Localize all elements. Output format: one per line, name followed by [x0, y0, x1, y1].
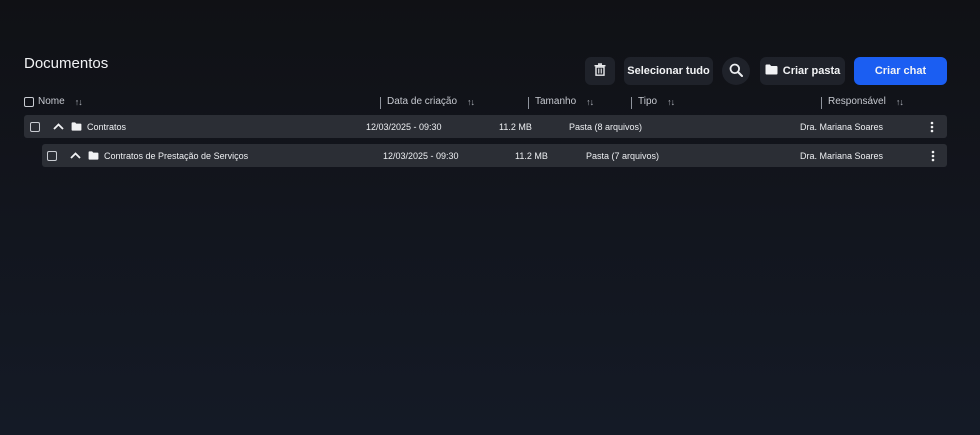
page-title: Documentos	[24, 55, 109, 72]
row-checkbox[interactable]	[47, 150, 57, 161]
row-name[interactable]: Contratos	[87, 115, 126, 138]
row-checkbox[interactable]	[30, 121, 40, 132]
column-owner[interactable]: Responsável ↑↓	[828, 96, 904, 107]
column-size[interactable]: Tamanho ↑↓	[535, 96, 594, 107]
row-date: 12/03/2025 - 09:30	[383, 150, 459, 161]
column-type[interactable]: Tipo ↑↓	[638, 96, 675, 107]
column-date[interactable]: Data de criação ↑↓	[387, 96, 475, 107]
search-button[interactable]	[722, 57, 750, 85]
row-type: Pasta (8 arquivos)	[569, 121, 643, 132]
documents-page: Documentos Selecionar tudo Criar pasta C…	[0, 0, 980, 435]
column-label: Responsável	[828, 96, 886, 107]
column-label: Nome	[38, 96, 65, 107]
sort-icon[interactable]: ↑↓	[896, 97, 904, 107]
row-size: 11.2 MB	[499, 121, 532, 132]
sort-icon[interactable]: ↑↓	[667, 97, 675, 107]
column-divider	[380, 97, 381, 109]
create-folder-button[interactable]: Criar pasta	[760, 57, 845, 85]
more-options-icon[interactable]	[930, 115, 934, 138]
column-name[interactable]: Nome ↑↓	[24, 96, 83, 107]
column-divider	[821, 97, 822, 109]
table-header: Nome ↑↓ Data de criação ↑↓ Tamanho ↑↓ Ti…	[24, 96, 947, 110]
row-type: Pasta (7 arquivos)	[586, 150, 660, 161]
create-folder-label: Criar pasta	[782, 65, 841, 77]
trash-icon	[594, 63, 606, 79]
folder-icon	[71, 115, 82, 138]
row-owner: Dra. Mariana Soares	[800, 121, 884, 132]
column-divider	[528, 97, 529, 109]
folder-icon	[88, 144, 99, 167]
more-options-icon[interactable]	[931, 144, 935, 167]
create-chat-button[interactable]: Criar chat	[854, 57, 947, 85]
select-all-button[interactable]: Selecionar tudo	[624, 57, 713, 85]
sort-icon[interactable]: ↑↓	[75, 97, 83, 107]
column-divider	[631, 97, 632, 109]
delete-button[interactable]	[585, 57, 615, 85]
collapse-chevron-icon[interactable]	[70, 144, 81, 167]
table-row[interactable]: Contratos 12/03/2025 - 09:30 11.2 MB Pas…	[24, 115, 947, 138]
table-row[interactable]: Contratos de Prestação de Serviços 12/03…	[42, 144, 947, 167]
column-label: Tamanho	[535, 96, 577, 107]
row-owner: Dra. Mariana Soares	[800, 150, 884, 161]
sort-icon[interactable]: ↑↓	[467, 97, 475, 107]
sort-icon[interactable]: ↑↓	[586, 97, 594, 107]
row-date: 12/03/2025 - 09:30	[366, 121, 442, 132]
folder-icon	[765, 64, 778, 78]
collapse-chevron-icon[interactable]	[53, 115, 64, 138]
row-size: 11.2 MB	[515, 150, 548, 161]
row-name[interactable]: Contratos de Prestação de Serviços	[104, 144, 248, 167]
search-icon	[729, 63, 743, 80]
column-label: Tipo	[638, 96, 658, 107]
column-label: Data de criação	[387, 96, 458, 107]
select-all-checkbox[interactable]	[24, 96, 34, 107]
